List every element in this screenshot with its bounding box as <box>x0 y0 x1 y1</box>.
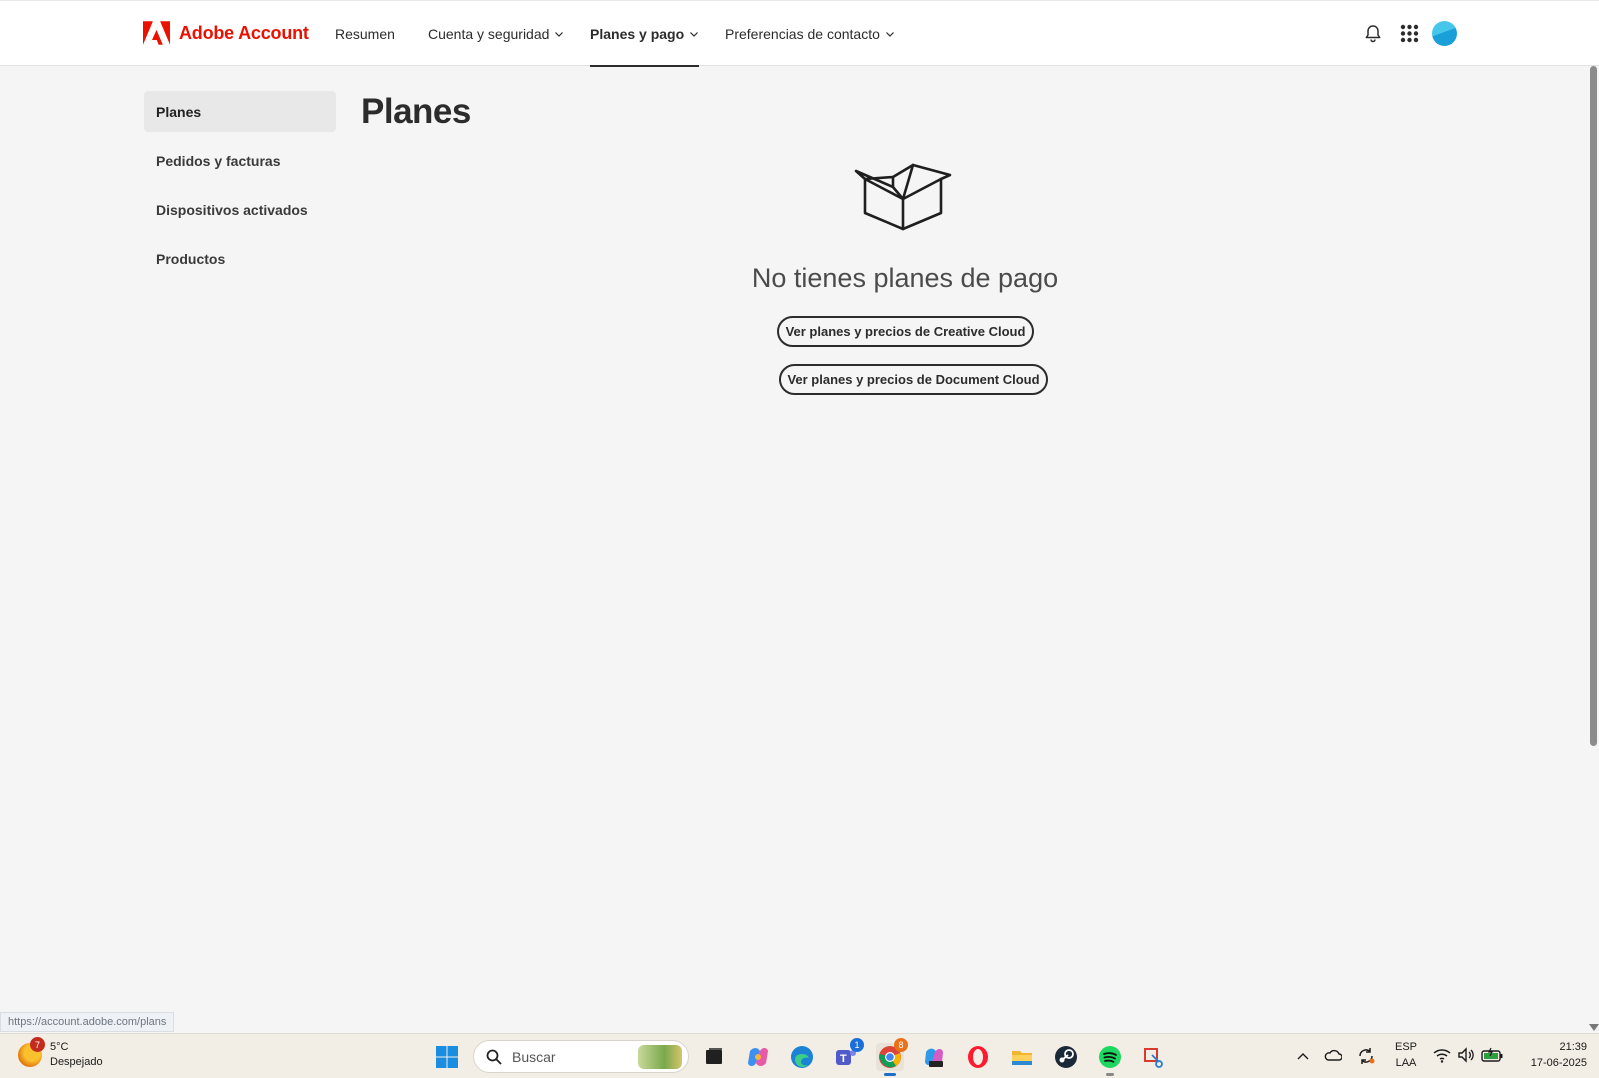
task-view-icon[interactable] <box>700 1043 728 1071</box>
wifi-icon[interactable] <box>1433 1047 1451 1063</box>
nav-resumen[interactable]: Resumen <box>335 1 395 66</box>
weather-temperature: 5°C <box>50 1041 69 1053</box>
document-cloud-plans-button[interactable]: Ver planes y precios de Document Cloud <box>779 364 1048 395</box>
chevron-down-icon <box>690 31 699 37</box>
battery-icon[interactable] <box>1481 1047 1503 1063</box>
m365-copilot-icon[interactable] <box>920 1043 948 1071</box>
scroll-down-arrow-icon[interactable] <box>1589 1024 1599 1031</box>
brand-name: Adobe Account <box>179 22 309 43</box>
sidebar-item-label: Planes <box>156 103 202 120</box>
top-navigation-bar: Adobe Account Resumen Cuenta y seguridad… <box>0 0 1599 67</box>
nav-label: Preferencias de contacto <box>725 25 880 42</box>
volume-icon[interactable] <box>1457 1047 1475 1063</box>
clock-time: 21:39 <box>1559 1041 1587 1053</box>
chevron-down-icon <box>555 31 564 37</box>
onedrive-icon[interactable] <box>1324 1048 1342 1062</box>
search-icon <box>486 1049 502 1065</box>
svg-text:T: T <box>840 1053 847 1065</box>
sidebar-item-label: Productos <box>156 250 226 267</box>
search-placeholder: Buscar <box>512 1048 556 1065</box>
teams-icon[interactable]: T 1 <box>832 1038 864 1071</box>
nav-label: Planes y pago <box>590 25 685 42</box>
teams-badge: 1 <box>850 1038 864 1052</box>
edge-icon[interactable] <box>788 1043 816 1071</box>
nav-label: Resumen <box>335 25 395 42</box>
page-scrollbar[interactable] <box>1588 66 1599 1033</box>
clock-date: 17-06-2025 <box>1530 1057 1587 1069</box>
weather-widget[interactable]: 7 5°C Despejado <box>18 1037 103 1070</box>
sun-icon: 7 <box>18 1037 45 1067</box>
open-box-icon <box>854 163 952 231</box>
sync-icon[interactable] <box>1357 1047 1375 1065</box>
file-explorer-icon[interactable] <box>1008 1043 1036 1071</box>
weather-badge: 7 <box>30 1037 45 1052</box>
start-icon[interactable] <box>433 1043 461 1071</box>
clock[interactable]: 21:39 17-06-2025 <box>1515 1039 1587 1071</box>
sidebar-item-label: Dispositivos activados <box>156 201 308 218</box>
link-status-bar: https://account.adobe.com/plans <box>0 1012 175 1032</box>
sidebar-item-planes[interactable]: Planes <box>144 91 336 132</box>
language-code: ESP <box>1394 1041 1417 1053</box>
taskbar-search[interactable]: Buscar <box>473 1040 689 1073</box>
adobe-logo-icon <box>143 21 170 45</box>
spotify-icon[interactable] <box>1096 1043 1124 1076</box>
apps-grid-icon[interactable] <box>1400 24 1419 43</box>
copilot-icon[interactable] <box>744 1043 772 1071</box>
nav-preferencias-de-contacto[interactable]: Preferencias de contacto <box>725 1 895 66</box>
chrome-badge: 8 <box>894 1038 908 1052</box>
chrome-icon[interactable]: 8 <box>876 1038 908 1076</box>
opera-icon[interactable] <box>964 1043 992 1071</box>
page-title: Planes <box>361 92 471 131</box>
creative-cloud-plans-button[interactable]: Ver planes y precios de Creative Cloud <box>777 316 1034 347</box>
steam-icon[interactable] <box>1052 1043 1080 1071</box>
language-indicator[interactable]: ESP LAA <box>1390 1039 1422 1071</box>
sidebar-item-pedidos-y-facturas[interactable]: Pedidos y facturas <box>144 140 336 181</box>
keyboard-layout: LAA <box>1395 1057 1417 1069</box>
sidebar-item-dispositivos-activados[interactable]: Dispositivos activados <box>144 189 336 230</box>
scroll-thumb[interactable] <box>1590 66 1597 746</box>
search-highlight-image <box>638 1045 682 1069</box>
empty-state-message: No tienes planes de pago <box>751 263 1059 293</box>
sidebar: Planes Pedidos y facturas Dispositivos a… <box>144 91 336 287</box>
chevron-down-icon <box>885 31 894 37</box>
snipping-tool-icon[interactable] <box>1140 1043 1168 1071</box>
sidebar-item-label: Pedidos y facturas <box>156 152 281 169</box>
adobe-account-brand[interactable]: Adobe Account <box>143 21 309 45</box>
windows-taskbar: 7 5°C Despejado Buscar T 1 8 ESP LAA 21:… <box>0 1033 1599 1078</box>
active-app-indicator <box>884 1073 896 1076</box>
sidebar-item-productos[interactable]: Productos <box>144 238 336 279</box>
nav-label: Cuenta y seguridad <box>428 25 550 42</box>
show-hidden-icons-chevron-icon[interactable] <box>1297 1051 1309 1061</box>
weather-condition: Despejado <box>50 1056 103 1068</box>
running-app-indicator <box>1106 1073 1114 1076</box>
bell-icon[interactable] <box>1364 24 1382 43</box>
nav-planes-y-pago[interactable]: Planes y pago <box>590 1 700 67</box>
nav-cuenta-y-seguridad[interactable]: Cuenta y seguridad <box>428 1 564 66</box>
avatar[interactable] <box>1432 21 1457 46</box>
weather-text: 5°C Despejado <box>50 1040 103 1070</box>
